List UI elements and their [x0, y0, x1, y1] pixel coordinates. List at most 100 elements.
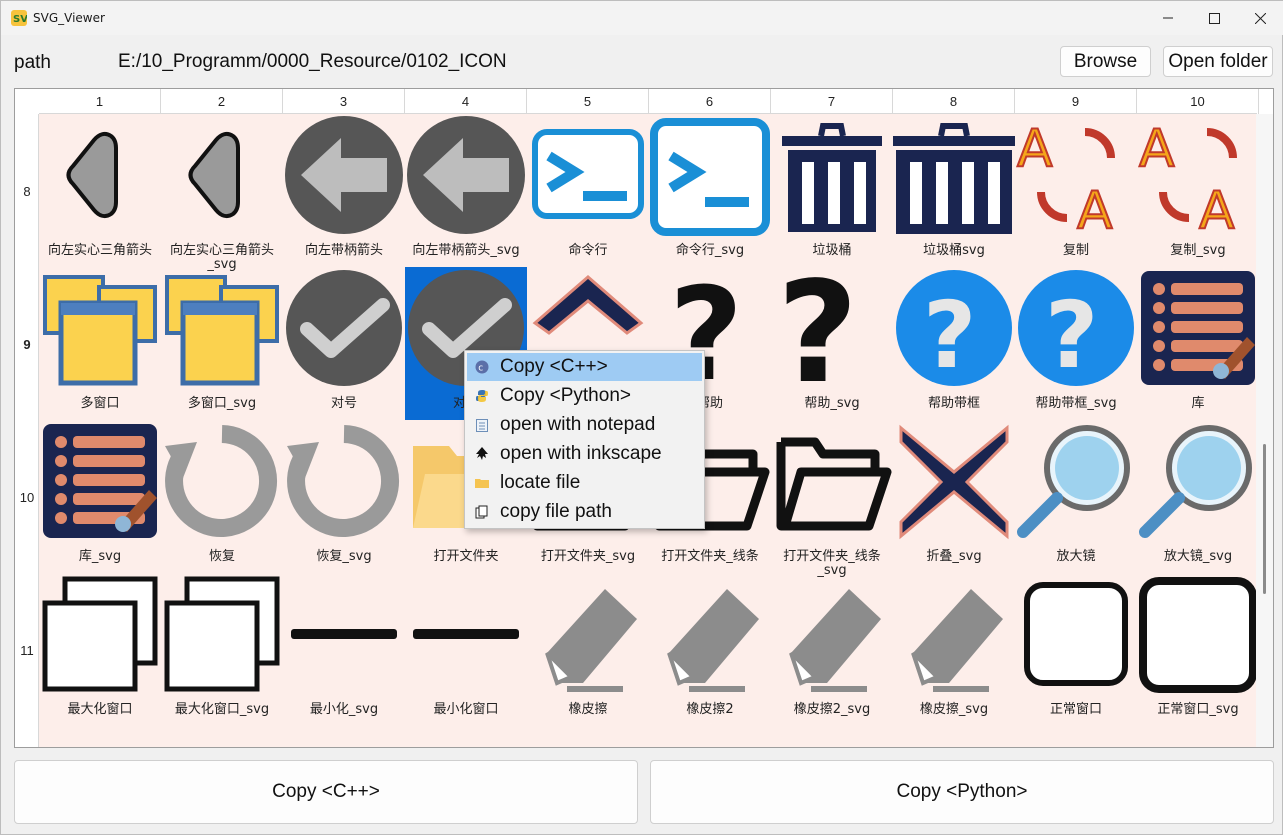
column-header-cell[interactable]: 5 [527, 89, 649, 114]
column-header-cell[interactable]: 2 [161, 89, 283, 114]
icon-cell[interactable]: 对号 [283, 267, 405, 420]
icon-cell[interactable]: 最小化窗口 [405, 573, 527, 726]
trash-icon [782, 123, 882, 232]
svg-text:A: A [1077, 181, 1113, 236]
menu-item-copy-python[interactable]: Copy <Python> [467, 382, 702, 410]
column-header-cell[interactable]: 10 [1137, 89, 1259, 114]
row-header-cell[interactable]: 9 [15, 337, 39, 352]
column-header-cell[interactable]: 3 [283, 89, 405, 114]
icon-cell[interactable]: 向左带柄箭头 [283, 114, 405, 267]
path-value: E:/10_Programm/0000_Resource/0102_ICON [118, 51, 507, 72]
icon-cell[interactable]: 多窗口_svg [161, 267, 283, 420]
icon-cell[interactable]: 向左带柄箭头_svg [405, 114, 527, 267]
menu-item-label: copy file path [500, 501, 612, 522]
icon-cell[interactable]: 垃圾桶svg [893, 114, 1015, 267]
icon-cell[interactable]: 折叠_svg [893, 420, 1015, 573]
left-triangle-icon [188, 131, 240, 219]
collapse-icon [899, 424, 1009, 540]
icon-cell[interactable]: 橡皮擦2 [649, 573, 771, 726]
icon-caption: 橡皮擦2 [686, 702, 734, 717]
library-icon [1141, 271, 1255, 385]
column-header-cell[interactable]: 8 [893, 89, 1015, 114]
icon-cell[interactable]: 多窗口 [39, 267, 161, 420]
icon-cell[interactable]: 橡皮擦_svg [893, 573, 1015, 726]
column-header-cell[interactable]: 1 [39, 89, 161, 114]
multi-window-icon [43, 275, 157, 386]
column-header-cell[interactable]: 4 [405, 89, 527, 114]
magnifier-icon [1017, 425, 1130, 538]
context-menu: c Copy <C++> Copy <Python> open with not… [464, 350, 705, 529]
svg-text:A: A [1017, 119, 1053, 179]
icon-cell[interactable]: 正常窗口 [1015, 573, 1137, 726]
icon-caption: 打开文件夹_线条 [661, 549, 759, 564]
restore-icon [165, 425, 278, 537]
icon-cell[interactable]: 橡皮擦2_svg [771, 573, 893, 726]
icon-caption: 库_svg [78, 549, 122, 564]
maximize-button[interactable] [1191, 1, 1237, 35]
minimize-button[interactable] [1145, 1, 1191, 35]
close-button[interactable] [1237, 1, 1283, 35]
icon-cell[interactable]: ? 帮助带框 [893, 267, 1015, 420]
icon-cell[interactable]: 库_svg [39, 420, 161, 573]
icon-cell[interactable]: 放大镜 [1015, 420, 1137, 573]
copy-icon: AA [1138, 118, 1237, 236]
eraser-icon [545, 589, 637, 692]
app-window: SV SVG_Viewer path E:/10_Programm/0000_R… [0, 0, 1283, 835]
icon-cell[interactable]: 正常窗口_svg [1137, 573, 1257, 726]
row-header-cell[interactable]: 11 [15, 643, 39, 658]
icon-caption: 命令行 [568, 243, 608, 258]
icon-cell[interactable]: 最大化窗口 [39, 573, 161, 726]
menu-item-copy-cpp[interactable]: c Copy <C++> [467, 353, 702, 381]
icon-cell[interactable]: A A 复制 [1015, 114, 1137, 267]
icon-cell[interactable]: A A 复制_svg [1137, 114, 1257, 267]
trash-icon [893, 123, 1015, 234]
multi-window-icon [165, 275, 279, 386]
icon-cell[interactable]: 恢复 [161, 420, 283, 573]
icon-caption: 恢复_svg [316, 549, 372, 564]
icon-cell[interactable]: 垃圾桶 [771, 114, 893, 267]
icon-cell[interactable]: 向左实心三角箭头_svg [161, 114, 283, 272]
row-header-cell[interactable]: 10 [15, 490, 39, 505]
icon-cell[interactable]: 最小化_svg [283, 573, 405, 726]
icon-caption: 向左实心三角箭头 [47, 243, 152, 258]
icon-cell[interactable]: 打开文件夹_线条_svg [771, 420, 893, 578]
icon-cell[interactable]: 命令行_svg [649, 114, 771, 267]
icon-cell[interactable]: 最大化窗口_svg [161, 573, 283, 726]
row-header-cell[interactable]: 8 [15, 184, 39, 199]
menu-item-open-inkscape[interactable]: open with inkscape [467, 440, 702, 468]
menu-item-open-notepad[interactable]: open with notepad [467, 411, 702, 439]
menu-item-locate-file[interactable]: locate file [467, 469, 702, 497]
open-folder-button[interactable]: Open folder [1163, 46, 1273, 77]
copy-cpp-button[interactable]: Copy <C++> [14, 760, 638, 824]
icon-cell[interactable]: ? 帮助_svg [771, 267, 893, 420]
icon-cell[interactable]: ? 帮助带框_svg [1015, 267, 1137, 420]
column-header-cell[interactable]: 6 [649, 89, 771, 114]
copy-python-button[interactable]: Copy <Python> [650, 760, 1274, 824]
menu-item-label: Copy <Python> [500, 385, 631, 406]
menu-item-copy-path[interactable]: copy file path [467, 498, 702, 526]
app-logo-icon: SV [11, 10, 27, 26]
icon-caption: 向左带柄箭头_svg [412, 243, 520, 258]
icon-cell[interactable]: 橡皮擦 [527, 573, 649, 726]
cpp-icon: c [475, 360, 489, 374]
icon-cell[interactable]: 放大镜_svg [1137, 420, 1257, 573]
icon-cell[interactable]: 向左实心三角箭头 [39, 114, 161, 267]
icon-caption: 帮助_svg [804, 396, 860, 411]
normal-window-icon [1024, 582, 1128, 686]
icon-cell[interactable]: 恢复_svg [283, 420, 405, 573]
icon-caption: 打开文件夹_svg [540, 549, 636, 564]
copy-path-icon [475, 505, 488, 519]
icon-caption: 多窗口 [80, 396, 120, 411]
column-header-cell[interactable]: 9 [1015, 89, 1137, 114]
icon-cell[interactable]: 命令行 [527, 114, 649, 267]
scrollbar-thumb[interactable] [1263, 444, 1266, 594]
vertical-scrollbar[interactable] [1256, 114, 1273, 747]
title-bar[interactable]: SV SVG_Viewer [1, 1, 1283, 35]
minimize-icon [1163, 17, 1173, 19]
inkscape-icon [476, 447, 488, 460]
browse-button[interactable]: Browse [1060, 46, 1151, 77]
icon-caption: 最小化_svg [309, 702, 379, 717]
help-circle-icon: ? [896, 270, 1012, 389]
icon-cell[interactable]: 库 [1137, 267, 1257, 420]
column-header-cell[interactable]: 7 [771, 89, 893, 114]
